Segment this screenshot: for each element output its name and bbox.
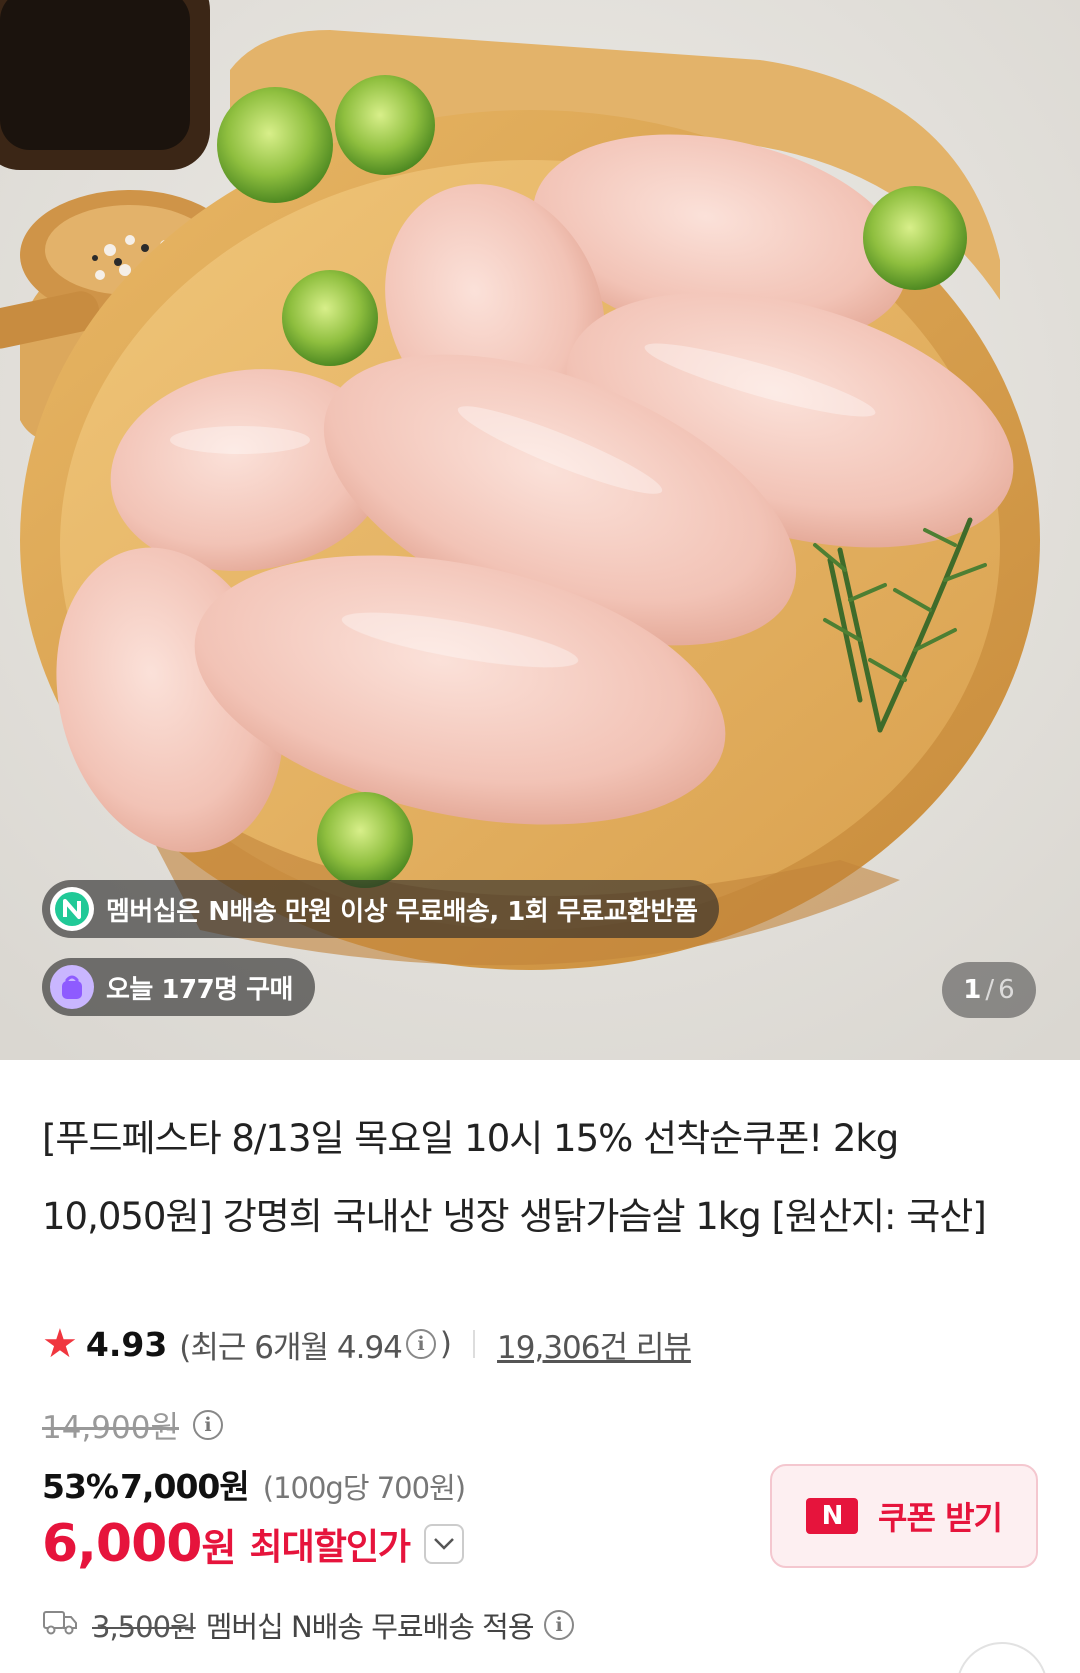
gallery-total: 6 xyxy=(998,975,1015,1005)
max-discount-row[interactable]: 6,000 원 최대할인가 xyxy=(42,1514,465,1574)
product-title: [푸드페스타 8/13일 목요일 10시 15% 선착순쿠폰! 2kg 10,0… xyxy=(42,1117,987,1238)
rating-score: 4.93 xyxy=(85,1324,168,1364)
buyers-badge-text: 오늘 177명 구매 xyxy=(106,974,293,1005)
review-count-link[interactable]: 19,306건 리뷰 xyxy=(497,1322,692,1367)
unit-price: (100g당 700원) xyxy=(262,1471,466,1505)
recent-rating-open: (최근 6개월 4.94 xyxy=(179,1329,403,1366)
gallery-separator: / xyxy=(985,975,995,1005)
info-icon[interactable]: i xyxy=(543,1610,574,1640)
sale-price: 7,000원 xyxy=(120,1467,250,1506)
max-discount-label: 최대할인가 xyxy=(249,1527,411,1568)
gallery-counter: 1 / 6 xyxy=(942,962,1036,1018)
recent-rating-close: ) xyxy=(439,1326,452,1362)
original-shipping-fee: 3,500원 xyxy=(92,1610,197,1644)
shipping-text: 멤버십 N배송 무료배송 적용 xyxy=(205,1610,535,1644)
original-price-row: 14,900원 i xyxy=(42,1402,227,1447)
truck-icon xyxy=(42,1608,78,1643)
membership-badge-text: 멤버십은 N배송 만원 이상 무료배송, 1회 무료교환반품 xyxy=(106,896,698,927)
gallery-current: 1 xyxy=(963,975,982,1005)
product-image-carousel[interactable]: 멤버십은 N배송 만원 이상 무료배송, 1회 무료교환반품 오늘 177명 구… xyxy=(0,0,1080,1060)
n-delivery-icon xyxy=(50,887,94,931)
max-discount-won: 원 xyxy=(201,1525,236,1570)
discount-percent: 53% xyxy=(42,1467,119,1506)
buyers-today-badge: 오늘 177명 구매 xyxy=(42,958,315,1016)
info-icon[interactable]: i xyxy=(193,1409,223,1440)
star-icon: ★ xyxy=(42,1321,78,1367)
info-icon[interactable]: i xyxy=(405,1329,436,1359)
divider xyxy=(473,1330,476,1358)
get-coupon-button[interactable]: N 쿠폰 받기 xyxy=(770,1464,1038,1568)
rating-row: ★ 4.93 (최근 6개월 4.94 i ) 19,306건 리뷰 xyxy=(42,1321,692,1367)
shopping-bag-icon xyxy=(50,965,94,1009)
coupon-button-label: 쿠폰 받기 xyxy=(878,1499,1003,1537)
floating-action-button[interactable] xyxy=(956,1642,1048,1673)
chevron-down-icon[interactable] xyxy=(424,1524,465,1564)
shipping-row: 3,500원 멤버십 N배송 무료배송 적용 i xyxy=(42,1604,578,1646)
max-discount-price: 6,000 xyxy=(42,1514,202,1574)
sale-price-row: 53% 7,000원 (100g당 700원) xyxy=(42,1460,466,1508)
n-logo-icon: N xyxy=(806,1498,859,1534)
original-price: 14,900원 xyxy=(42,1410,179,1446)
membership-delivery-badge: 멤버십은 N배송 만원 이상 무료배송, 1회 무료교환반품 xyxy=(42,880,720,938)
